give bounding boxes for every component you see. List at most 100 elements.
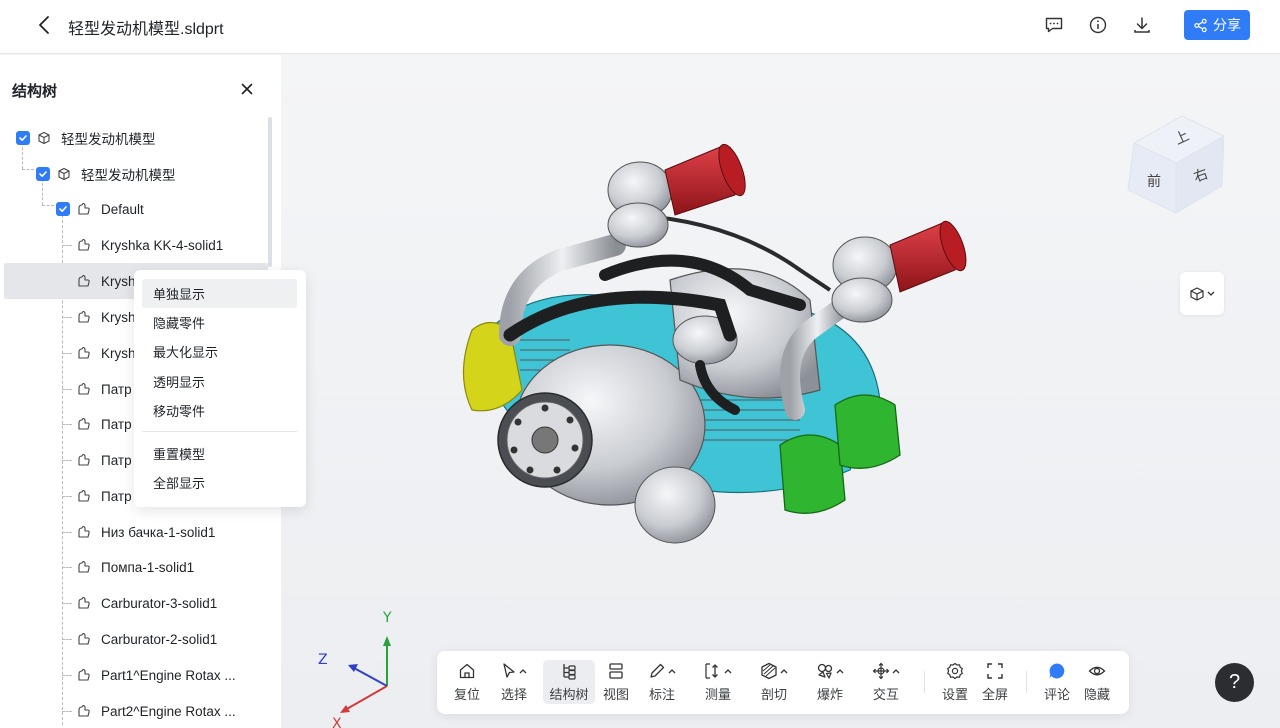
tree-node-label: Carburator-3-solid1 [101,595,218,611]
tree-node-part[interactable]: Carburator-3-solid1 [0,585,268,621]
close-panel-button[interactable] [237,79,257,99]
toolbar-annotate-label: 标注 [648,687,675,702]
menu-item-maximize[interactable]: 最大化显示 [142,337,297,366]
tree-node-part[interactable]: Kryshka KK-4-solid1 [0,227,268,263]
axis-z-label: Z [318,652,328,668]
view-cube[interactable]: 上 前 右 [1124,108,1224,218]
tree-node-assembly[interactable]: 轻型发动机模型 [0,120,268,156]
toolbar-settings-button[interactable]: 设置 [939,660,971,704]
chevron-left-icon [39,16,49,34]
tree-node-part[interactable]: Part1^Engine Rotax ... [0,657,268,693]
toolbar-reset-label: 复位 [453,687,480,702]
tree-node-label: Part2^Engine Rotax ... [101,703,236,719]
panel-title: 结构树 [12,83,58,100]
tree-node-label: 轻型发动机模型 [81,168,176,183]
menu-item-reset-model[interactable]: 重置模型 [142,439,297,468]
view-icon [609,663,623,679]
engine-model[interactable] [450,140,970,550]
tree-checkbox[interactable] [36,167,50,181]
part-icon [76,201,92,217]
info-button[interactable] [1086,13,1110,37]
help-button[interactable]: ? [1215,663,1254,702]
tree-node-part[interactable]: Part2^Engine Rotax ... [0,693,268,728]
message-icon [1045,17,1063,33]
toolbar-hide-label: 隐藏 [1083,687,1110,702]
menu-item-transparent[interactable]: 透明显示 [142,367,297,396]
toolbar-view-button[interactable]: 视图 [599,660,633,704]
assembly-icon [56,166,72,182]
toolbar-measure-button[interactable]: 测量 [699,660,737,704]
tree-node-label: Krysh [101,273,136,289]
part-icon [76,237,92,253]
explode-icon [817,663,833,679]
tree-node-label: Default [101,201,144,217]
menu-item-show-all[interactable]: 全部显示 [142,468,297,497]
top-header: 轻型发动机模型.sldprt 分享 [0,0,1280,54]
tree-node-label: Патр [101,488,132,504]
tree-checkbox[interactable] [16,131,30,145]
part-icon [76,559,92,575]
toolbar-explode-label: 爆炸 [816,687,843,702]
download-button[interactable] [1130,13,1154,37]
pen-icon [650,663,665,678]
section-icon [761,662,777,680]
toolbar-section-button[interactable]: 剖切 [755,660,793,704]
part-icon [76,667,92,683]
toolbar-interact-button[interactable]: 交互 [867,660,905,704]
menu-item-hide-part[interactable]: 隐藏零件 [142,308,297,337]
comment-list-button[interactable] [1042,13,1066,37]
menu-divider [142,431,297,432]
tree-node-label: Krysh [101,345,136,361]
share-label: 分享 [1213,17,1241,33]
menu-item-move-part[interactable]: 移动零件 [142,396,297,425]
download-icon [1134,17,1150,33]
toolbar-comment-label: 评论 [1043,687,1070,702]
eye-icon [1088,666,1106,676]
chevron-down-icon [1207,291,1214,296]
tree-node-part[interactable]: Низ бачка-1-solid1 [0,514,268,550]
tree-checkbox[interactable] [56,202,70,216]
tree-node-part[interactable]: Carburator-2-solid1 [0,621,268,657]
menu-item-isolate[interactable]: 单独显示 [142,279,297,308]
bottom-toolbar: 复位 选择 结构树 视图 标注 测量 剖切 爆炸 交互 设置 全屏 评论 隐藏 [437,651,1129,714]
toolbar-settings-label: 设置 [941,687,968,702]
toolbar-reset-button[interactable]: 复位 [447,660,487,704]
toolbar-measure-label: 测量 [704,687,731,702]
back-button[interactable] [32,13,56,37]
toolbar-fullscreen-button[interactable]: 全屏 [979,660,1011,704]
part-icon [76,416,92,432]
toolbar-explode-button[interactable]: 爆炸 [811,660,849,704]
share-button[interactable]: 分享 [1184,10,1250,40]
toolbar-comment-button[interactable]: 评论 [1041,660,1073,704]
toolbar-select-button[interactable]: 选择 [493,660,535,704]
tree-scrollbar[interactable] [268,117,272,267]
tree-node-label: Part1^Engine Rotax ... [101,667,236,683]
tree-node-assembly[interactable]: 轻型发动机模型 [0,156,268,192]
assembly-icon [36,130,52,146]
home-icon [459,663,475,679]
tree-node-label: Carburator-2-solid1 [101,631,218,647]
part-icon [76,345,92,361]
close-icon [241,83,253,95]
toolbar-fullscreen-label: 全屏 [981,687,1008,702]
tree-node-config[interactable]: Default [0,191,268,227]
context-menu: 单独显示 隐藏零件 最大化显示 透明显示 移动零件 重置模型 全部显示 [134,270,306,507]
toolbar-select-label: 选择 [500,687,527,702]
tree-node-label: Патр [101,381,132,397]
caret-up-icon [519,669,527,674]
document-title: 轻型发动机模型.sldprt [68,21,224,38]
part-icon [76,703,92,719]
part-icon [76,452,92,468]
part-icon [76,488,92,504]
toolbar-tree-button[interactable]: 结构树 [543,660,595,704]
tree-node-label: Патр [101,452,132,468]
tree-node-part[interactable]: Помпа-1-solid1 [0,549,268,585]
toolbar-tree-label: 结构树 [549,687,589,702]
tree-node-label: Kryshka KK-4-solid1 [101,237,224,253]
toolbar-hide-button[interactable]: 隐藏 [1081,660,1113,704]
view-mode-button[interactable] [1180,272,1224,315]
toolbar-divider [1026,671,1027,693]
toolbar-annotate-button[interactable]: 标注 [643,660,681,704]
tree-node-label: Krysh [101,309,136,325]
caret-up-icon [892,669,900,674]
